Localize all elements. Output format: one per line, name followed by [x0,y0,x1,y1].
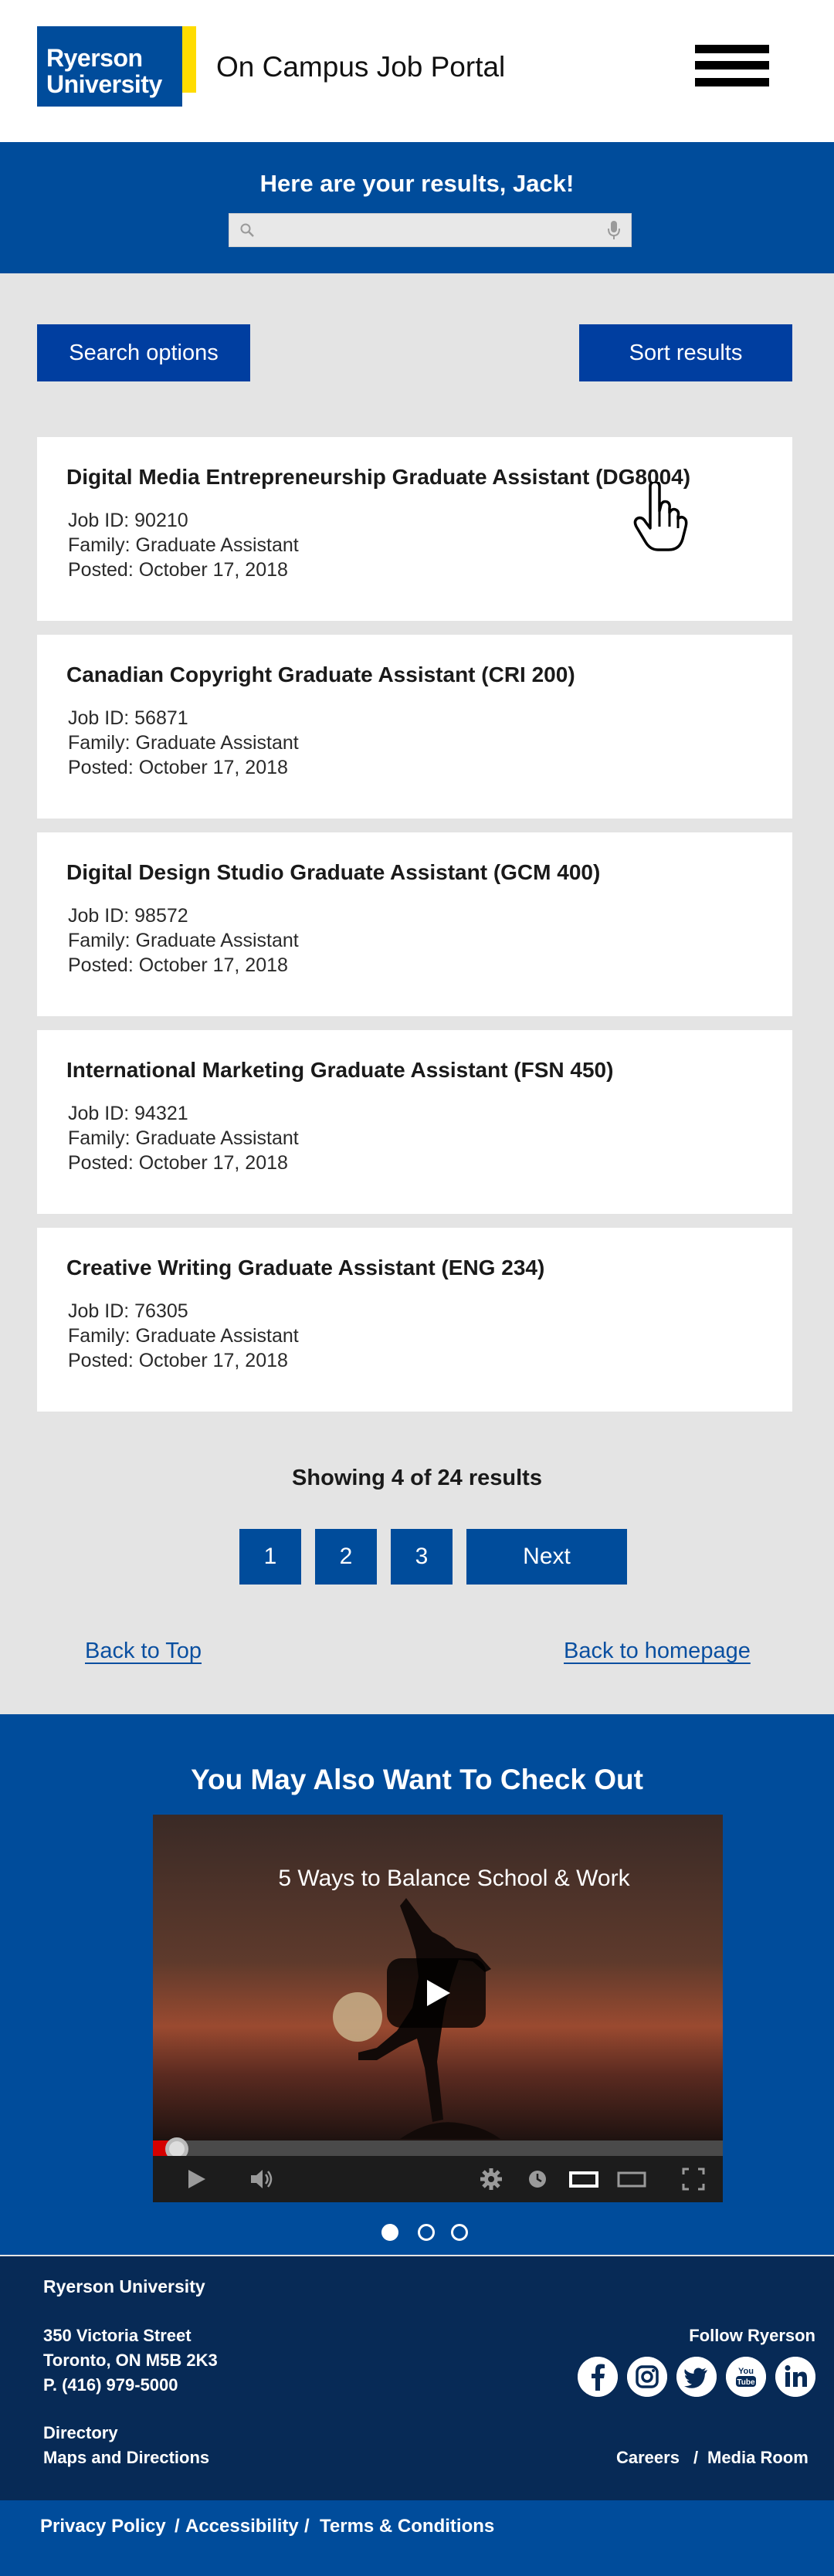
sort-results-button[interactable]: Sort results [579,324,792,381]
job-id: Job ID: 94321 [68,1103,188,1124]
play-icon[interactable] [184,2167,208,2191]
video-progress-bar[interactable] [153,2137,723,2161]
site-footer: Ryerson University 350 Victoria Street T… [0,2256,834,2500]
follow-label: Follow Ryerson [689,2326,815,2345]
job-posted: Posted: October 17, 2018 [68,559,288,581]
logo-line-2: University [46,70,162,98]
settings-gear-icon[interactable] [479,2167,503,2191]
job-id: Job ID: 98572 [68,905,188,927]
play-overlay-button[interactable] [387,1958,486,2028]
site-header: Ryerson University On Campus Job Portal [0,0,834,142]
job-family: Family: Graduate Assistant [68,1325,299,1347]
next-page-button[interactable]: Next [466,1529,627,1585]
footer-phone[interactable]: P. (416) 979-5000 [43,2375,178,2395]
job-family: Family: Graduate Assistant [68,732,299,754]
carousel-dot-2[interactable] [418,2224,435,2241]
media-room-link[interactable]: Media Room [707,2448,809,2468]
job-title: Digital Design Studio Graduate Assistant… [66,860,601,884]
terms-conditions-link[interactable]: Terms & Conditions [320,2516,494,2537]
facebook-icon[interactable] [578,2357,618,2397]
video-controls [153,2156,723,2202]
job-posted: Posted: October 17, 2018 [68,757,288,778]
job-title: International Marketing Graduate Assista… [66,1058,614,1082]
footer-address-line-2: Toronto, ON M5B 2K3 [43,2351,218,2370]
legal-separator: / [304,2516,310,2537]
youtube-icon[interactable]: You Tube [726,2357,766,2397]
svg-text:Tube: Tube [737,2378,755,2387]
back-to-homepage-link[interactable]: Back to homepage [564,1639,751,1664]
logo-line-1: Ryerson [46,44,143,72]
recommended-section: You May Also Want To Check Out 5 Ways to… [0,1714,834,2255]
job-card[interactable]: Canadian Copyright Graduate Assistant (C… [37,635,792,819]
twitter-icon[interactable] [676,2357,717,2397]
job-title: Creative Writing Graduate Assistant (ENG… [66,1256,545,1280]
page-button-2[interactable]: 2 [315,1529,377,1585]
logo-wordmark: Ryerson University [37,26,182,107]
footer-address-line-1: 350 Victoria Street [43,2326,192,2345]
video-title: 5 Ways to Balance School & Work [278,1866,630,1891]
ryerson-logo[interactable]: Ryerson University [37,26,196,107]
job-posted: Posted: October 17, 2018 [68,954,288,976]
watch-later-clock-icon[interactable] [525,2167,550,2191]
footer-org-name: Ryerson University [43,2276,205,2296]
job-card[interactable]: Digital Design Studio Graduate Assistant… [37,832,792,1016]
hamburger-menu-icon[interactable] [695,45,769,86]
search-input[interactable] [260,214,600,246]
footer-separator: / [693,2448,699,2467]
job-posted: Posted: October 17, 2018 [68,1152,288,1174]
play-icon [427,1980,450,2006]
footer-directory-link[interactable]: Directory [43,2423,118,2443]
fullscreen-icon[interactable] [681,2167,706,2191]
microphone-icon[interactable] [608,220,620,240]
job-card[interactable]: Creative Writing Graduate Assistant (ENG… [37,1228,792,1412]
job-title: Canadian Copyright Graduate Assistant (C… [66,663,575,686]
theater-mode-icon[interactable] [568,2167,599,2191]
page-button-1[interactable]: 1 [239,1529,301,1585]
job-id: Job ID: 90210 [68,510,188,531]
mini-player-icon[interactable] [616,2167,647,2191]
page-button-3[interactable]: 3 [391,1529,453,1585]
careers-link[interactable]: Careers [616,2448,680,2468]
accessibility-link[interactable]: Accessibility [185,2516,299,2537]
video-player[interactable]: 5 Ways to Balance School & Work [153,1815,723,2202]
recommended-title: You May Also Want To Check Out [191,1764,643,1795]
job-id: Job ID: 76305 [68,1300,188,1322]
footer-maps-link[interactable]: Maps and Directions [43,2448,209,2468]
job-family: Family: Graduate Assistant [68,534,299,556]
job-posted: Posted: October 17, 2018 [68,1350,288,1371]
job-family: Family: Graduate Assistant [68,1127,299,1149]
job-card[interactable]: International Marketing Graduate Assista… [37,1030,792,1214]
back-to-top-link[interactable]: Back to Top [85,1639,202,1664]
logo-accent-bar [182,26,196,93]
portal-title: On Campus Job Portal [216,51,506,83]
svg-text:You: You [738,2367,754,2376]
hand-pointer-cursor-icon [633,482,688,551]
carousel-dot-3[interactable] [451,2224,468,2241]
search-options-button[interactable]: Search options [37,324,250,381]
legal-separator: / [175,2516,180,2537]
results-count: Showing 4 of 24 results [292,1466,542,1490]
job-title: Digital Media Entrepreneurship Graduate … [66,465,691,489]
legal-bar: Privacy Policy / Accessibility / Terms &… [0,2500,834,2576]
results-greeting: Here are your results, Jack! [259,170,575,197]
volume-icon[interactable] [249,2167,273,2191]
search-bar[interactable] [229,213,632,247]
job-family: Family: Graduate Assistant [68,930,299,951]
carousel-dot-1[interactable] [381,2224,398,2241]
job-id: Job ID: 56871 [68,707,188,729]
linkedin-icon[interactable] [775,2357,815,2397]
results-banner: Here are your results, Jack! [0,142,834,273]
carousel-indicators [0,2224,834,2244]
search-icon [240,223,254,237]
privacy-policy-link[interactable]: Privacy Policy [40,2516,166,2537]
instagram-icon[interactable] [627,2357,667,2397]
